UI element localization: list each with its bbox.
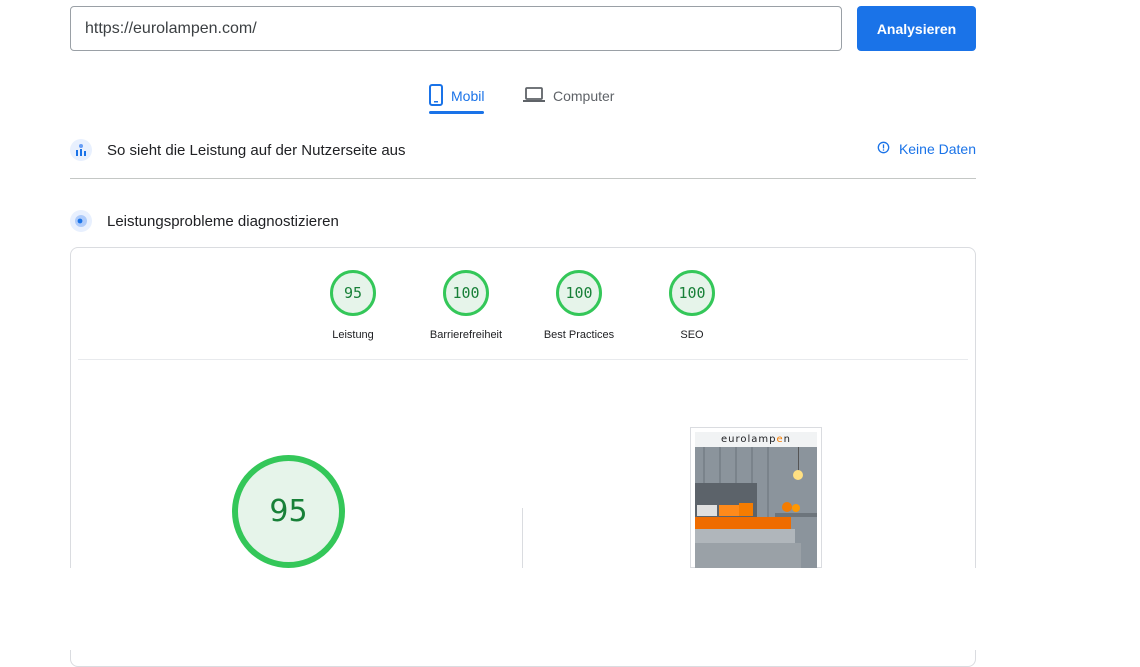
score-gauge-accessibility[interactable]: 100 Barrierefreiheit xyxy=(411,270,521,341)
score-label: Barrierefreiheit xyxy=(429,329,503,341)
smartphone-icon xyxy=(429,83,443,109)
score-value: 100 xyxy=(556,270,602,316)
screenshot-frame: eurolampen xyxy=(695,432,817,569)
field-data-title: So sieht die Leistung auf der Nutzerseit… xyxy=(107,141,406,159)
lab-data-icon xyxy=(70,210,92,232)
lab-data-section: Leistungsprobleme diagnostizieren xyxy=(70,209,976,233)
section-divider xyxy=(70,178,976,179)
performance-score-gauge: 95 xyxy=(232,455,345,568)
field-data-section: So sieht die Leistung auf der Nutzerseit… xyxy=(70,138,976,162)
score-gauge-best-practices[interactable]: 100 Best Practices xyxy=(524,270,634,341)
score-value: 100 xyxy=(443,270,489,316)
panel-divider xyxy=(78,359,968,360)
bedroom-image xyxy=(695,447,817,569)
field-data-icon xyxy=(70,139,92,161)
score-gauge-performance[interactable]: 95 Leistung xyxy=(298,270,408,341)
tab-desktop-label: Computer xyxy=(553,88,615,104)
tab-desktop[interactable]: Computer xyxy=(523,78,614,114)
eurolampen-logo: eurolampen xyxy=(721,434,791,445)
no-data-label: Keine Daten xyxy=(898,141,976,157)
tab-mobile[interactable]: Mobil xyxy=(429,78,485,114)
score-label: Best Practices xyxy=(543,329,615,341)
url-input[interactable] xyxy=(70,6,842,51)
score-gauge-seo[interactable]: 100 SEO xyxy=(637,270,747,341)
score-value: 100 xyxy=(669,270,715,316)
no-data-link[interactable]: Keine Daten xyxy=(877,141,976,157)
vertical-divider xyxy=(522,508,523,568)
info-icon xyxy=(877,141,890,157)
score-label: SEO xyxy=(680,329,704,341)
laptop-icon xyxy=(523,86,545,107)
page-bottom-area xyxy=(0,568,1140,650)
page-screenshot-thumbnail[interactable]: eurolampen xyxy=(690,427,822,569)
tab-mobile-label: Mobil xyxy=(451,88,485,104)
score-value: 95 xyxy=(330,270,376,316)
analyze-button[interactable]: Analysieren xyxy=(857,6,976,51)
lab-data-title: Leistungsprobleme diagnostizieren xyxy=(107,212,339,230)
score-label: Leistung xyxy=(332,329,374,341)
